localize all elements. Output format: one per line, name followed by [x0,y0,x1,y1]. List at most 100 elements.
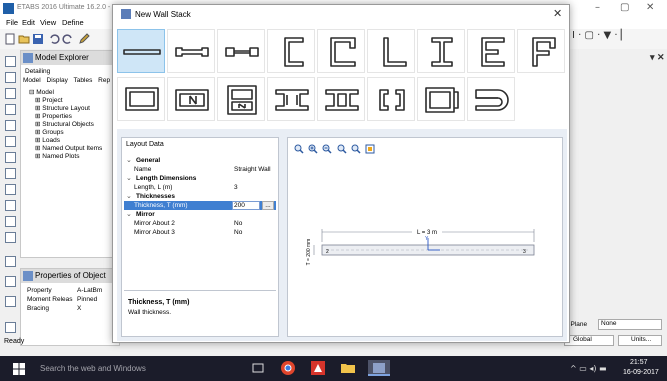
zoom-previous-icon[interactable] [351,144,361,154]
view-3d-icon[interactable] [365,144,375,154]
tree-node-properties[interactable]: ⊞ Properties [29,113,102,121]
undo-icon[interactable] [48,33,60,45]
tree-node-groups[interactable]: ⊞ Groups [29,129,102,137]
network-icon[interactable]: ▭ [579,364,587,373]
clock-date[interactable]: 16-09-2017 [623,369,659,376]
shape-straight-wall-button[interactable] [117,29,165,73]
volume-icon[interactable]: ◂) [589,364,596,373]
shape-double-box-n-wall-button[interactable] [217,77,265,121]
grid-tool-icon[interactable] [5,296,16,307]
grid-category-thicknesses[interactable]: ⌄ Thicknesses [124,192,276,201]
chevron-down-icon[interactable]: ⌄ [126,192,132,200]
dialog-close-icon[interactable]: ✕ [553,7,562,20]
tab-tables[interactable]: Tables [74,77,93,84]
brace-tool-icon[interactable] [5,88,16,99]
beam-tool-icon[interactable] [5,120,16,131]
shape-c-wall-flanged-button[interactable] [317,29,365,73]
task-view-icon[interactable] [250,360,266,376]
moment-release-row[interactable]: Moment Releas Pinned [27,296,97,303]
point-tool-icon[interactable] [5,232,16,243]
tree-node-structural-objects[interactable]: ⊞ Structural Objects [29,121,102,129]
shape-box-n-wall-button[interactable] [167,77,215,121]
shape-double-t-wall-button[interactable] [267,77,315,121]
shape-stack-wall-button[interactable] [467,77,515,121]
file-explorer-icon[interactable] [340,360,356,376]
shape-f-wall-button[interactable] [517,29,565,73]
property-row[interactable]: Property A-LatBm [27,287,102,294]
grid-category-mirror[interactable]: ⌄ Mirror [124,210,276,219]
zoom-in-icon[interactable] [308,144,318,154]
plane-select[interactable]: None [598,319,662,330]
clock-time[interactable]: 21:57 [630,359,648,366]
open-folder-icon[interactable] [18,33,30,45]
shape-e-wall-button[interactable] [467,29,515,73]
more-icon[interactable]: ▏ [621,30,629,41]
menu-define[interactable]: Define [62,18,84,27]
box-tool-icon[interactable]: ▢ [585,30,594,41]
chevron-down-icon[interactable]: ⌄ [126,156,132,164]
pointer-tool-icon[interactable] [5,56,16,67]
zoom-rubberband-icon[interactable] [294,144,304,154]
shape-box-wall-button[interactable] [117,77,165,121]
windows-start-icon[interactable] [13,363,25,375]
grid-row-mirror-about-3[interactable]: Mirror About 3 No [124,228,276,237]
menu-edit[interactable]: Edit [22,18,35,27]
tree-node-structure-layout[interactable]: ⊞ Structure Layout [29,105,102,113]
tray-chevron-icon[interactable]: ^ [570,364,577,373]
menu-file[interactable]: File [6,18,18,27]
notification-icon[interactable]: ▬ [599,364,607,373]
shape-double-i-wall-button[interactable] [317,77,365,121]
grid-row-name[interactable]: Name Straight Wall [124,165,276,174]
chrome-icon[interactable] [280,360,296,376]
grid-category-length-dimensions[interactable]: ⌄ Length Dimensions [124,174,276,183]
shape-channel-box-wall-button[interactable] [417,77,465,121]
panel-close-icon[interactable]: ▾ ✕ [650,52,665,63]
text-tool-icon[interactable]: I [572,30,575,41]
filter-icon[interactable]: ▼ [604,30,612,41]
menu-view[interactable]: View [40,18,56,27]
column-tool-icon[interactable] [5,104,16,115]
shape-wall-with-boundary-button[interactable] [217,29,265,73]
thickness-input[interactable] [232,201,260,210]
bracing-row[interactable]: Bracing X [27,305,81,312]
tab-reports[interactable]: Rep [98,77,110,84]
save-icon[interactable] [32,33,44,45]
chart-tool-icon[interactable] [5,322,16,333]
shape-c-wall-button[interactable] [267,29,315,73]
minimize-icon[interactable]: – [595,2,600,13]
tree-node-named-plots[interactable]: ⊞ Named Plots [29,153,102,161]
new-file-icon[interactable] [4,33,16,45]
taskbar-search[interactable]: Search the web and Windows [40,364,146,373]
maximize-icon[interactable]: ▢ [620,2,629,13]
shape-wall-with-ends-button[interactable] [167,29,215,73]
grid-category-general[interactable]: ⌄ General [124,156,276,165]
x-brace-tool-icon[interactable] [5,136,16,147]
tree-node-loads[interactable]: ⊞ Loads [29,137,102,145]
grid-row-length[interactable]: Length, L (m) 3 [124,183,276,192]
wall-tool-icon[interactable] [5,152,16,163]
shape-open-box-wall-button[interactable] [367,77,415,121]
thickness-ellipsis-button[interactable]: ... [262,201,274,210]
shape-i-wall-button[interactable] [417,29,465,73]
zoom-restore-icon[interactable] [337,144,347,154]
etabs-taskbar-icon[interactable] [368,360,390,376]
layout-tool-icon[interactable] [5,256,16,267]
region-tool-icon[interactable] [5,216,16,227]
redo-icon[interactable] [62,33,74,45]
line-tool-icon[interactable] [5,72,16,83]
chevron-down-icon[interactable]: ⌄ [126,210,132,218]
close-icon[interactable]: ✕ [646,2,654,13]
tab-model[interactable]: Model [23,77,41,84]
coord-system-select[interactable]: Global [564,335,614,346]
area-tool-icon[interactable] [5,200,16,211]
acrobat-icon[interactable] [310,360,326,376]
grid-row-thickness[interactable]: Thickness, T (mm) ... [124,201,276,210]
tree-node-project[interactable]: ⊞ Project [29,97,102,105]
pencil-icon[interactable] [78,33,90,45]
shape-l-wall-button[interactable] [367,29,415,73]
tree-node-named-output-items[interactable]: ⊞ Named Output Items [29,145,102,153]
tab-display[interactable]: Display [47,77,68,84]
opening-tool-icon[interactable] [5,184,16,195]
chevron-down-icon[interactable]: ⌄ [126,174,132,182]
link-tool-icon[interactable] [5,276,16,287]
